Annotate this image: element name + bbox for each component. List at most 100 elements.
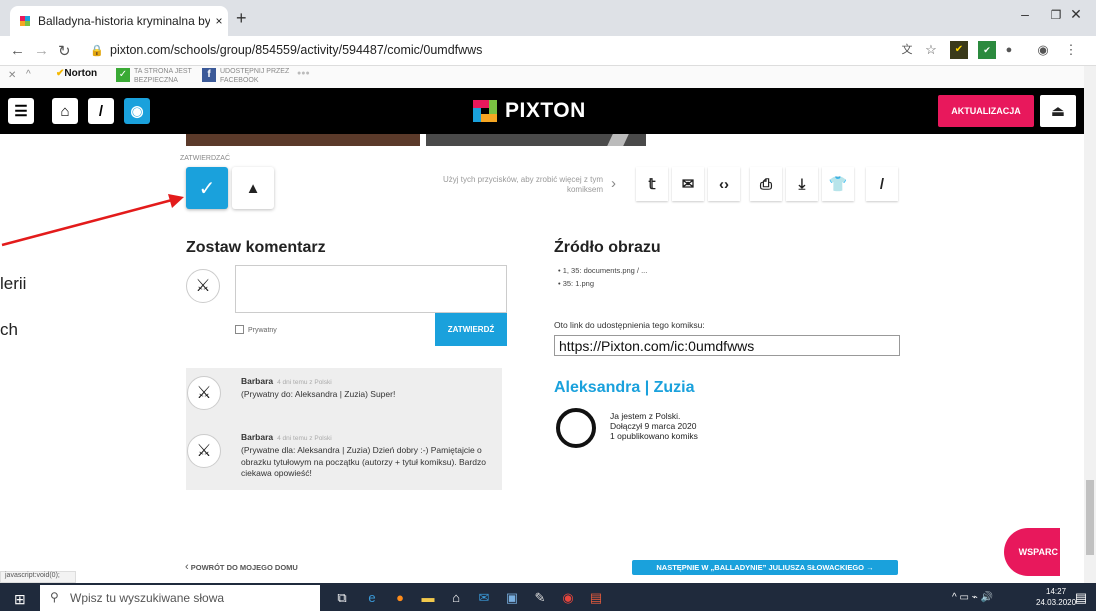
avatar: ⚔ [187,376,221,410]
image-source-heading: Źródło obrazu [554,239,661,256]
url-field[interactable]: 🔒 pixton.com/schools/group/854559/activi… [90,39,880,61]
back-home-link[interactable]: ‹ POWRÓT DO MOJEGO DOMU [185,561,298,573]
lock-icon: 🔒 [90,44,104,57]
tab-close-icon[interactable]: × [210,14,228,28]
safe-check-icon: ✓ [116,68,130,82]
triangle-icon: ▲ [245,179,261,197]
print-icon[interactable]: ⎙ [750,167,782,201]
store-icon[interactable]: ⌂ [447,589,465,607]
notifications-icon[interactable]: ▤ [1072,589,1090,607]
report-triangle-button[interactable]: ▲ [232,167,274,209]
comment-text: (Prywatny do: Aleksandra | Zuzia) Super! [241,389,396,399]
more-dots-icon[interactable]: ●●● [297,70,310,77]
source-item: • 1, 35: documents.png / ... [558,266,648,275]
collapse-icon[interactable]: ^ [26,69,31,80]
comment-meta: 4 dni temu z Polski [277,435,332,442]
overlay-text-line: lerii [0,274,27,293]
edge-icon[interactable]: e [363,589,381,607]
comment-heading: Zostaw komentarz [186,239,326,256]
firefox-icon[interactable]: ● [391,589,409,607]
private-label: Prywatny [248,327,277,334]
private-checkbox[interactable] [235,325,244,334]
file-explorer-icon[interactable]: ▬ [419,589,437,607]
facebook-icon[interactable]: f [202,68,216,82]
close-window-button[interactable]: ✕ [1056,6,1096,23]
author-name-link[interactable]: Aleksandra | Zuzia [554,379,695,397]
facebook-share-label[interactable]: UDOSTĘPNIJ PRZEZ FACEBOOK [220,67,289,85]
pixton-favicon-icon [20,16,30,26]
search-icon: ⚲ [50,590,59,604]
comment-item: Barbara 4 dni temu z Polski (Prywatne dla… [241,432,491,480]
author-avatar[interactable] [556,408,596,448]
back-arrow-icon[interactable]: ← [10,42,25,59]
ext-green-icon[interactable]: ✔ [978,41,996,59]
comment-item: Barbara 4 dni temu z Polski (Prywatny do:… [241,376,491,401]
bookmark-star-icon[interactable]: ☆ [922,41,940,59]
paint-icon[interactable]: ✎ [531,589,549,607]
share-link-label: Oto link do udostępnienia tego komiksu: [554,320,705,330]
pixton-logo-mark-icon [473,100,497,122]
update-button[interactable]: AKTUALIZACJA [938,95,1034,127]
comment-author: Barbara [241,376,274,386]
task-view-icon[interactable]: ⧉ [333,589,351,607]
new-tab-button[interactable]: + [236,8,247,29]
chevron-right-icon: › [611,175,616,192]
tshirt-icon[interactable]: 👕 [822,167,854,201]
reload-icon[interactable]: ↻ [58,42,71,60]
submit-comment-button[interactable]: ZATWIERDŹ [435,313,507,346]
close-bar-icon[interactable]: ✕ [8,70,16,81]
checkmark-icon: ✓ [198,177,216,200]
app-icon[interactable]: ▣ [503,589,521,607]
taskbar-search[interactable]: ⚲ Wpisz tu wyszukiwane słowa [40,585,320,611]
comic-panel-image [186,134,420,146]
annotation-arrow [1,194,184,247]
snip-icon[interactable]: ▤ [587,589,605,607]
scrollbar-thumb[interactable] [1086,480,1094,555]
url-text: pixton.com/schools/group/854559/activity… [110,43,483,57]
actions-hint: Użyj tych przycisków, aby zrobić więcej … [442,175,603,194]
system-tray-icons[interactable]: ^ ▭ ⌁ 🔊 [952,592,993,603]
share-link-field[interactable]: https://Pixton.com/ic:0umdfwws [554,335,900,356]
eject-icon[interactable]: ⏏ [1040,95,1076,127]
norton-badge[interactable]: ✔Norton [56,68,97,79]
chevron-left-icon: ‹ [185,561,189,573]
eye-icon[interactable]: ◉ [124,98,150,124]
edit-pencil-icon[interactable]: / [866,167,898,201]
browser-tab[interactable]: Balladyna-historia kryminalna by × [10,6,228,36]
witch-avatar-icon: ⚔ [196,441,212,460]
avatar: ⚔ [187,434,221,468]
hamburger-menu-icon[interactable]: ☰ [8,98,34,124]
next-comic-button[interactable]: NASTĘPNIE W „BALLADYNIE” JULIUSZA SŁOWAC… [632,560,898,575]
embed-code-icon[interactable]: ‹› [708,167,740,201]
support-button[interactable]: WSPARC [1004,528,1060,576]
twitter-icon[interactable]: 𝕥 [636,167,668,201]
comic-panel-image [426,134,646,146]
translate-icon[interactable]: 文 [898,41,916,59]
author-location: Ja jestem z Polski. [610,411,681,421]
mail-icon[interactable]: ✉ [475,589,493,607]
pixton-logo[interactable]: PIXTON [473,99,586,123]
witch-avatar-icon: ⚔ [195,276,211,295]
author-comics-count: 1 opublikowano komiks [610,431,698,441]
overlay-text-line: ch [0,320,18,339]
profile-icon[interactable]: ◉ [1034,41,1052,59]
pencil-icon[interactable]: / [88,98,114,124]
avatar: ⚔ [186,269,220,303]
safe-site-label: TA STRONA JEST BEZPIECZNA [134,68,192,84]
forward-arrow-icon[interactable]: → [34,42,49,59]
download-icon[interactable]: ⤓ [786,167,818,201]
chrome-icon[interactable]: ◉ [559,589,577,607]
comment-textarea[interactable] [235,265,507,313]
taskbar-clock[interactable]: 14:27 24.03.2020 [1036,586,1076,608]
status-url: javascript:void(0); [0,571,76,583]
home-icon[interactable]: ⌂ [52,98,78,124]
menu-dots-icon[interactable]: ⋮ [1062,41,1080,59]
norton-ext-icon[interactable]: ✔ [950,41,968,59]
ext-puzzle-icon[interactable]: ● [1000,41,1018,59]
windows-start-icon[interactable]: ⊞ [14,591,26,608]
comment-author: Barbara [241,432,274,442]
witch-avatar-icon: ⚔ [196,383,212,402]
tab-title: Balladyna-historia kryminalna by [38,14,210,28]
email-icon[interactable]: ✉ [672,167,704,201]
comment-meta: 4 dni temu z Polski [277,379,332,386]
